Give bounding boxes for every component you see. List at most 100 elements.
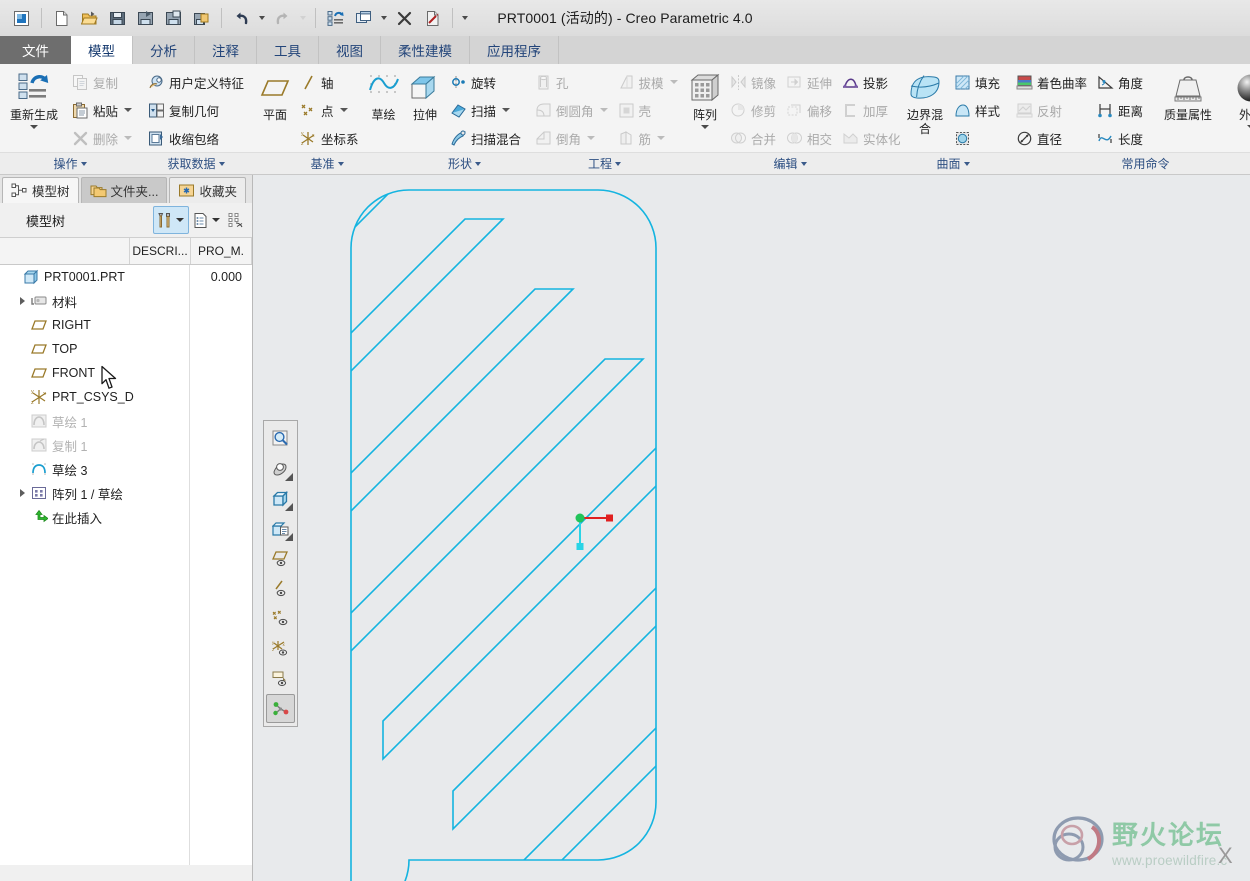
corner-expand-icon[interactable] (285, 503, 293, 511)
extrude-button[interactable]: 拉伸 (405, 68, 445, 126)
axis-display-button[interactable] (266, 574, 295, 603)
shaded-curvature-button[interactable]: 着色曲率 (1011, 68, 1092, 96)
annotation-display-button[interactable] (266, 664, 295, 693)
merge-button[interactable]: 合并 (725, 124, 781, 152)
ribbon-group-label-datum[interactable]: 基准 (252, 152, 403, 174)
csys-display-button[interactable]: yxz (266, 634, 295, 663)
style-button[interactable]: 样式 (949, 96, 1005, 124)
customize-qat-icon[interactable] (459, 5, 471, 31)
copy-button[interactable]: 复制 (67, 68, 137, 96)
freestyle-button[interactable] (949, 124, 1005, 152)
chevron-down-icon[interactable] (502, 108, 511, 112)
ribbon-group-label-get-data[interactable]: 获取数据 (140, 152, 253, 174)
ribbon-group-label-operations[interactable]: 操作 (0, 152, 140, 174)
datum-axis-button[interactable]: 轴 (295, 68, 364, 96)
corner-expand-icon[interactable] (285, 473, 293, 481)
nav-tab-model-tree[interactable]: 模型树 (2, 177, 79, 203)
copy-geometry-button[interactable]: 复制几何 (143, 96, 249, 124)
window-switch-icon[interactable] (350, 4, 377, 32)
tree-item-sketch-3[interactable]: 草绘 3 (0, 457, 252, 481)
round-button[interactable]: 倒圆角 (530, 96, 613, 124)
settings-tools-button[interactable] (153, 206, 189, 234)
chevron-down-icon[interactable] (657, 136, 666, 140)
tree-column-description[interactable]: DESCRI... (130, 238, 191, 264)
new-file-icon[interactable] (48, 4, 75, 32)
distance-button[interactable]: 距离 (1092, 96, 1148, 124)
sketch-button[interactable]: 草绘 (364, 68, 404, 126)
tree-item-csys[interactable]: y x z PRT_CSYS_D (0, 385, 252, 409)
offset-button[interactable]: 偏移 (781, 96, 837, 124)
tab-analysis[interactable]: 分析 (133, 36, 195, 64)
nav-tab-favorites[interactable]: 收藏夹 (169, 177, 246, 203)
rib-button[interactable]: 筋 (613, 124, 683, 152)
tab-file[interactable]: 文件 (0, 36, 71, 64)
save-as-icon[interactable] (132, 4, 159, 32)
tree-filter-button[interactable] (225, 206, 248, 234)
repaint-button[interactable] (266, 424, 295, 453)
delete-button[interactable]: 删除 (67, 124, 137, 152)
appearance-button[interactable]: 外观 (1222, 68, 1250, 133)
saved-orientations-button[interactable] (266, 484, 295, 513)
mass-properties-button[interactable]: 质量属性 (1154, 68, 1222, 126)
revolve-button[interactable]: 旋转 (445, 68, 526, 96)
tree-expander[interactable] (14, 289, 30, 313)
chevron-down-icon[interactable] (669, 80, 678, 84)
chevron-down-icon[interactable] (212, 218, 220, 222)
length-button[interactable]: 长度 (1092, 124, 1148, 152)
regenerate-button[interactable]: 重新生成 (3, 68, 65, 133)
ribbon-group-label-editing[interactable]: 编辑 (682, 152, 899, 174)
trim-button[interactable]: 修剪 (725, 96, 781, 124)
graphics-area[interactable]: yxz 野火论坛 www.proewildfire.c X (253, 175, 1250, 881)
boundary-blend-button[interactable]: 边界混合 (901, 68, 949, 140)
tab-flexible-modeling[interactable]: 柔性建模 (381, 36, 470, 64)
plane-display-button[interactable] (266, 544, 295, 573)
tree-item-top-plane[interactable]: TOP (0, 337, 252, 361)
view-manager-button[interactable] (266, 514, 295, 543)
redo-icon[interactable] (269, 4, 296, 32)
tab-annotate[interactable]: 注释 (195, 36, 257, 64)
shrinkwrap-button[interactable]: 收缩包络 (143, 124, 249, 152)
undo-icon[interactable] (228, 4, 255, 32)
hole-button[interactable]: 孔 (530, 68, 613, 96)
nav-tab-folder-browser[interactable]: 文件夹... (80, 177, 168, 203)
reflection-button[interactable]: 反射 (1011, 96, 1092, 124)
diameter-button[interactable]: 直径 (1011, 124, 1092, 152)
save-backup-icon[interactable] (188, 4, 215, 32)
ribbon-group-label-engineering[interactable]: 工程 (527, 152, 683, 174)
ribbon-group-label-shapes[interactable]: 形状 (402, 152, 528, 174)
solidify-button[interactable]: 实体化 (837, 124, 906, 152)
tab-tools[interactable]: 工具 (257, 36, 319, 64)
swept-blend-button[interactable]: 扫描混合 (445, 124, 526, 152)
regenerate-icon[interactable] (322, 4, 349, 32)
chevron-down-icon[interactable] (587, 136, 596, 140)
udf-button[interactable]: 用户定义特征 (143, 68, 249, 96)
sweep-button[interactable]: 扫描 (445, 96, 526, 124)
project-button[interactable]: 投影 (837, 68, 906, 96)
tree-item-pattern-1[interactable]: 阵列 1 / 草绘 (0, 481, 252, 505)
mirror-button[interactable]: 镜像 (725, 68, 781, 96)
fill-button[interactable]: 填充 (949, 68, 1005, 96)
tree-item-copy-1[interactable]: 复制 1 (0, 433, 252, 457)
tree-item-right-plane[interactable]: RIGHT (0, 313, 252, 337)
ribbon-group-label-common-commands[interactable]: 常用命令 (1008, 152, 1250, 174)
tree-item-insert-here[interactable]: 在此插入 (0, 505, 252, 529)
chamfer-button[interactable]: 倒角 (530, 124, 613, 152)
close-window-icon[interactable] (391, 4, 418, 32)
chevron-down-icon[interactable] (176, 218, 184, 222)
window-icon[interactable] (8, 4, 35, 32)
undo-dropdown-icon[interactable] (256, 5, 268, 31)
tree-column-pro-mp[interactable]: PRO_M. (191, 238, 252, 264)
shell-button[interactable]: 壳 (613, 96, 683, 124)
tree-expander[interactable] (14, 481, 30, 505)
tree-item-sketch-1[interactable]: 草绘 1 (0, 409, 252, 433)
tree-item-material[interactable]: 材料 (0, 289, 252, 313)
extend-button[interactable]: 延伸 (781, 68, 837, 96)
chevron-down-icon[interactable] (124, 136, 132, 140)
chevron-down-icon[interactable] (124, 108, 132, 112)
paste-button[interactable]: 粘贴 (67, 96, 137, 124)
tab-applications[interactable]: 应用程序 (470, 36, 559, 64)
spin-center-button[interactable] (266, 694, 295, 723)
pattern-button[interactable]: 阵列 (685, 68, 725, 133)
save-copy-icon[interactable] (160, 4, 187, 32)
chevron-down-icon[interactable] (599, 108, 608, 112)
